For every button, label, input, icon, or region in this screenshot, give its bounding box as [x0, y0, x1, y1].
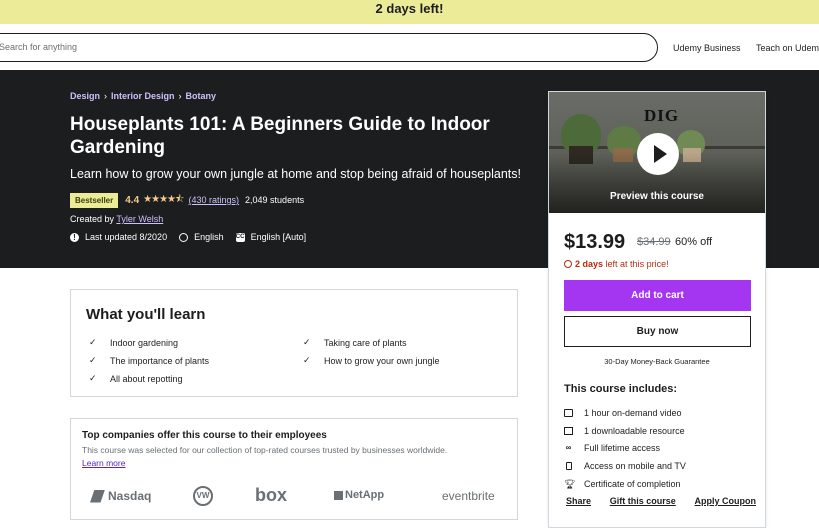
list-item: ✓ Taking care of plants: [303, 337, 407, 348]
course-language: English: [194, 232, 224, 242]
list-item: ✓ How to grow your own jungle: [303, 355, 440, 366]
timer-days: 2 days: [575, 259, 604, 269]
mobile-icon: [566, 461, 572, 470]
promo-banner-text: 2 days left!: [375, 1, 444, 16]
globe-icon: [179, 232, 189, 242]
course-title: Houseplants 101: A Beginners Guide to In…: [70, 114, 490, 158]
include-label: Certificate of completion: [584, 478, 681, 489]
learn-item-label: The importance of plants: [110, 355, 210, 366]
learn-item-label: All about repotting: [110, 373, 183, 384]
netapp-logo: NetApp: [334, 489, 384, 501]
alert-icon: !: [70, 232, 79, 242]
includes-list: 1 hour on-demand video 1 downloadable re…: [564, 404, 686, 492]
what-you-learn: What you'll learn ✓ Indoor gardening ✓ Tak…: [70, 289, 518, 397]
list-item: ✓ All about repotting: [89, 373, 183, 384]
ratings-count-link[interactable]: (430 ratings): [189, 195, 240, 205]
learn-item-label: Taking care of plants: [324, 337, 407, 348]
check-icon: ✓: [303, 337, 311, 347]
list-item: ∞ Full lifetime access: [564, 439, 686, 457]
check-icon: ✓: [89, 337, 97, 347]
closed-captions-icon: CC: [235, 232, 245, 242]
money-back-guarantee: 30-Day Money-Back Guarantee: [604, 357, 710, 366]
students-count: 2,049 students: [245, 195, 305, 205]
course-meta: ! Last updated 8/2020 English CC English […: [70, 232, 318, 242]
star-rating-icon: ★★★★⯪: [143, 193, 184, 205]
infinity-icon: ∞: [565, 443, 572, 453]
chevron-right-icon: ›: [178, 91, 182, 101]
breadcrumb-design[interactable]: Design: [70, 91, 100, 101]
breadcrumb-botany[interactable]: Botany: [186, 91, 217, 101]
include-label: Full lifetime access: [584, 443, 661, 454]
top-companies: Top companies offer this course to their…: [70, 418, 518, 520]
course-subtitle: Learn how to grow your own jungle at hom…: [70, 167, 521, 181]
includes-title: This course includes:: [564, 383, 678, 395]
include-label: 1 downloadable resource: [584, 425, 685, 436]
nav-teach-on-udemy[interactable]: Teach on Udemy: [756, 43, 819, 53]
preview-label[interactable]: Preview this course: [549, 191, 765, 202]
current-price: $13.99: [564, 231, 626, 253]
list-item: 1 hour on-demand video: [564, 404, 686, 422]
nav-udemy-business[interactable]: Udemy Business: [673, 43, 741, 53]
include-label: 1 hour on-demand video: [584, 407, 682, 418]
video-icon: [564, 408, 573, 417]
check-icon: ✓: [89, 373, 97, 383]
apply-coupon-button[interactable]: Apply Coupon: [695, 496, 757, 506]
alarm-clock-icon: [564, 260, 572, 268]
netapp-logo-mark: [334, 490, 343, 500]
nasdaq-logo-text: Nasdaq: [108, 489, 152, 503]
breadcrumb-interior-design[interactable]: Interior Design: [111, 91, 175, 101]
course-captions: English [Auto]: [250, 232, 307, 242]
buy-now-button[interactable]: Buy now: [564, 316, 751, 347]
purchase-card: DIG Preview this course $13.99 $34.99 60…: [548, 91, 766, 528]
list-item: Access on mobile and TV: [564, 457, 686, 475]
list-item: ✓ Indoor gardening: [89, 337, 178, 348]
card-actions: Share Gift this course Apply Coupon: [566, 496, 756, 506]
chevron-right-icon: ›: [104, 91, 108, 101]
original-price: $34.99: [637, 236, 671, 248]
check-icon: ✓: [89, 355, 97, 365]
promo-banner: 2 days left!: [0, 0, 819, 24]
last-updated: Last updated 8/2020: [85, 232, 168, 242]
learn-item-label: Indoor gardening: [110, 337, 179, 348]
rating-row: Bestseller 4.4 ★★★★⯪ (430 ratings) 2,049…: [70, 192, 304, 208]
include-label: Access on mobile and TV: [584, 460, 686, 471]
bestseller-badge: Bestseller: [70, 192, 119, 208]
breadcrumb: Design › Interior Design › Botany: [70, 91, 216, 101]
learn-title: What you'll learn: [86, 306, 206, 323]
price-timer: 2 days left at this price!: [564, 259, 669, 269]
nasdaq-logo-mark: [90, 489, 105, 503]
share-button[interactable]: Share: [566, 496, 591, 506]
search-placeholder: Search for anything: [0, 42, 78, 52]
preview-logo: DIG: [644, 106, 680, 125]
course-preview[interactable]: DIG Preview this course: [549, 92, 765, 213]
gift-course-button[interactable]: Gift this course: [610, 496, 676, 506]
top-header: Search for anything Udemy Business Teach…: [0, 24, 819, 70]
nasdaq-logo: Nasdaq: [90, 489, 151, 503]
list-item: 🏆︎ Certificate of completion: [564, 475, 686, 493]
eventbrite-logo: eventbrite: [442, 489, 495, 503]
netapp-logo-text: NetApp: [345, 489, 385, 501]
box-logo: box: [255, 485, 288, 505]
learn-more-link[interactable]: Learn more: [82, 458, 125, 468]
search-input[interactable]: Search for anything: [0, 33, 658, 62]
check-icon: ✓: [303, 355, 311, 365]
companies-description: This course was selected for our collect…: [82, 445, 448, 455]
volkswagen-logo: VW: [193, 486, 213, 506]
created-by: Created by Tyler Welsh: [70, 214, 163, 224]
trophy-icon: 🏆︎: [564, 478, 576, 489]
play-icon[interactable]: [637, 133, 679, 175]
instructor-link[interactable]: Tyler Welsh: [116, 214, 163, 224]
list-item: ✓ The importance of plants: [89, 355, 209, 366]
learn-item-label: How to grow your own jungle: [324, 355, 440, 366]
rating-score: 4.4: [125, 194, 140, 206]
companies-title: Top companies offer this course to their…: [82, 430, 327, 441]
add-to-cart-button[interactable]: Add to cart: [564, 280, 751, 311]
file-icon: [564, 426, 573, 435]
list-item: 1 downloadable resource: [564, 422, 686, 440]
created-by-label: Created by: [70, 214, 115, 224]
timer-text: left at this price!: [605, 259, 669, 269]
discount-percent: 60% off: [675, 236, 713, 248]
